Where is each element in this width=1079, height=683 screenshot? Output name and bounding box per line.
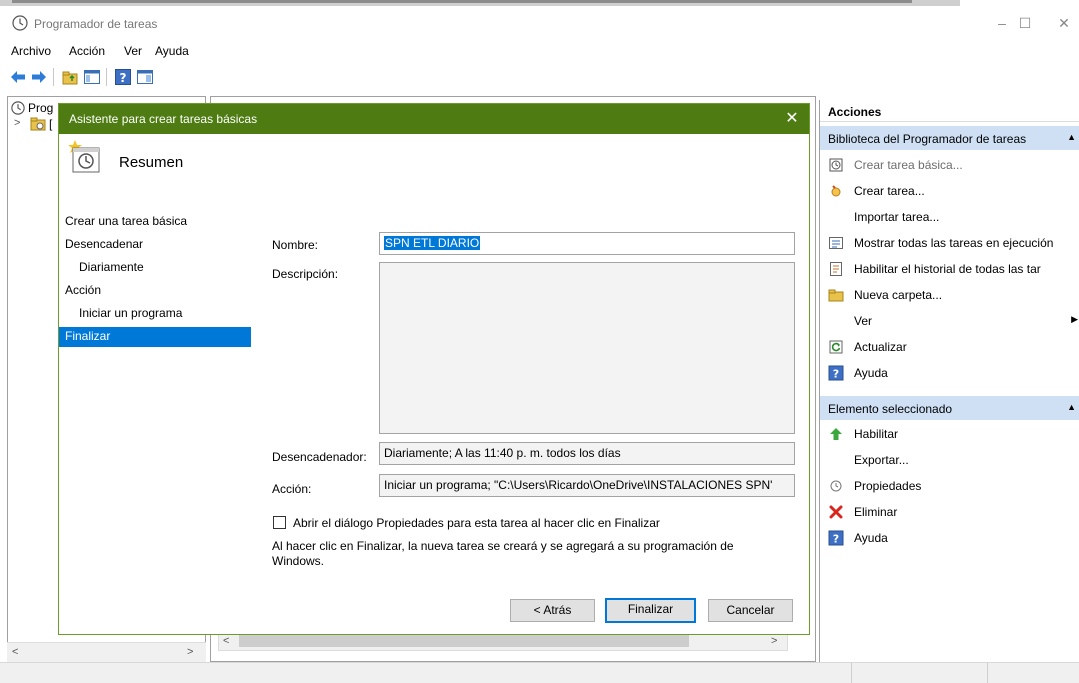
section-task-library[interactable]: Biblioteca del Programador de tareas ▲ [820,126,1079,150]
action-view[interactable]: Ver ▶ [820,308,1079,334]
step-action[interactable]: Acción [59,281,251,301]
action-new-folder[interactable]: Nueva carpeta... [820,282,1079,308]
wizard-page-title: Resumen [119,154,184,171]
menu-accion[interactable]: Acción [69,44,105,58]
open-properties-label: Abrir el diálogo Propiedades para esta t… [293,516,660,530]
svg-text:?: ? [833,533,839,546]
finish-button[interactable]: Finalizar [605,598,696,623]
refresh-icon [829,340,843,354]
back-arrow-icon[interactable] [9,68,27,86]
tree-horizontal-scrollbar[interactable]: < > [7,642,206,662]
accion-field[interactable]: Iniciar un programa; "C:\Users\Ricardo\O… [379,474,795,497]
menu-ayuda[interactable]: Ayuda [155,44,189,58]
cancel-button[interactable]: Cancelar [708,599,793,622]
forward-arrow-icon[interactable] [30,68,48,86]
toolbar [0,64,1079,90]
action-help-selected[interactable]: ? Ayuda [820,525,1079,551]
window-titlebar [0,10,1079,38]
menu-ver[interactable]: Ver [124,44,142,58]
section-selected-item[interactable]: Elemento seleccionado ▲ [820,396,1079,420]
descripcion-field[interactable] [379,262,795,434]
wizard-header: Resumen [59,134,809,212]
step-create-basic-task[interactable]: Crear una tarea básica [59,212,251,232]
window-title: Programador de tareas [34,17,158,31]
tree-root-label[interactable]: Prog [28,101,53,115]
step-finish[interactable]: Finalizar [59,327,251,347]
nombre-label: Nombre: [272,238,319,252]
toolbar-separator [53,68,54,86]
action-enable-history[interactable]: Habilitar el historial de todas las tar [820,256,1079,282]
action-help[interactable]: ? Ayuda [820,360,1079,386]
help-icon[interactable]: ? [114,68,132,86]
submenu-arrow-icon: ▶ [1071,314,1078,324]
folder-up-icon[interactable] [61,68,79,86]
minimize-button[interactable]: – [992,14,1012,32]
action-refresh[interactable]: Actualizar [820,334,1079,360]
cropped-top-edge [0,0,1079,10]
show-hide-action-pane-icon[interactable] [136,68,154,86]
wizard-close-button[interactable]: ✕ [781,108,803,130]
folder-icon [828,289,844,302]
nombre-value: SPN ETL DIARIO [384,236,481,250]
menu-archivo[interactable]: Archivo [11,44,51,58]
help-icon: ? [828,530,844,546]
section-selected-item-label: Elemento seleccionado [828,402,953,416]
collapse-triangle-icon[interactable]: ▲ [1067,132,1076,142]
step-daily[interactable]: Diariamente [59,258,251,278]
step-trigger[interactable]: Desencadenar [59,235,251,255]
close-window-button[interactable]: ✕ [1054,14,1074,32]
action-create-basic-task[interactable]: Crear tarea básica... [820,152,1079,178]
info-text-line2: Windows. [272,554,325,568]
clock-app-icon [12,15,28,31]
svg-text:?: ? [120,71,127,85]
enable-icon [830,428,842,440]
svg-text:?: ? [833,368,839,381]
create-task-icon [831,185,841,197]
wizard-title: Asistente para crear tareas básicas [69,112,258,126]
clock-icon [11,101,25,115]
step-start-program[interactable]: Iniciar un programa [59,304,251,324]
action-export[interactable]: Exportar... [820,447,1079,473]
action-enable[interactable]: Habilitar [820,421,1079,447]
show-hide-tree-icon[interactable] [83,68,101,86]
collapse-triangle-icon[interactable]: ▲ [1067,402,1076,412]
running-tasks-icon [829,237,843,249]
action-import-task[interactable]: Importar tarea... [820,204,1079,230]
task-library-folder-icon[interactable] [30,117,46,131]
info-text-line1: Al hacer clic en Finalizar, la nueva tar… [272,539,734,553]
action-delete[interactable]: Eliminar [820,499,1079,525]
toolbar-separator [106,68,107,86]
actions-header: Acciones [820,100,1079,122]
properties-icon [830,480,842,492]
descripcion-label: Descripción: [272,267,339,281]
action-create-task[interactable]: Crear tarea... [820,178,1079,204]
expand-chevron-icon[interactable]: > [14,117,20,129]
status-bar [0,662,1079,683]
action-properties[interactable]: Propiedades [820,473,1079,499]
accion-label: Acción: [272,482,312,496]
wizard-titlebar: Asistente para crear tareas básicas ✕ [59,104,809,134]
action-show-running-tasks[interactable]: Mostrar todas las tareas en ejecución [820,230,1079,256]
create-basic-task-wizard: Asistente para crear tareas básicas ✕ Re… [58,103,810,635]
history-icon [830,262,842,276]
open-properties-checkbox[interactable] [273,516,286,529]
wizard-steps: Crear una tarea básica Desencadenar Diar… [59,212,251,634]
back-button[interactable]: < Atrás [510,599,595,622]
actions-pane: Acciones Biblioteca del Programador de t… [819,100,1079,662]
task-wizard-icon [68,140,100,173]
help-icon: ? [828,365,844,381]
desencadenador-label: Desencadenador: [272,450,367,464]
section-task-library-label: Biblioteca del Programador de tareas [828,132,1027,146]
create-basic-task-icon [829,158,843,172]
desencadenador-field[interactable]: Diariamente; A las 11:40 p. m. todos los… [379,442,795,465]
delete-icon [829,505,843,519]
maximize-button[interactable]: ☐ [1015,14,1035,32]
tree-child-label[interactable]: [ [49,117,52,131]
nombre-field[interactable]: SPN ETL DIARIO [379,232,795,255]
